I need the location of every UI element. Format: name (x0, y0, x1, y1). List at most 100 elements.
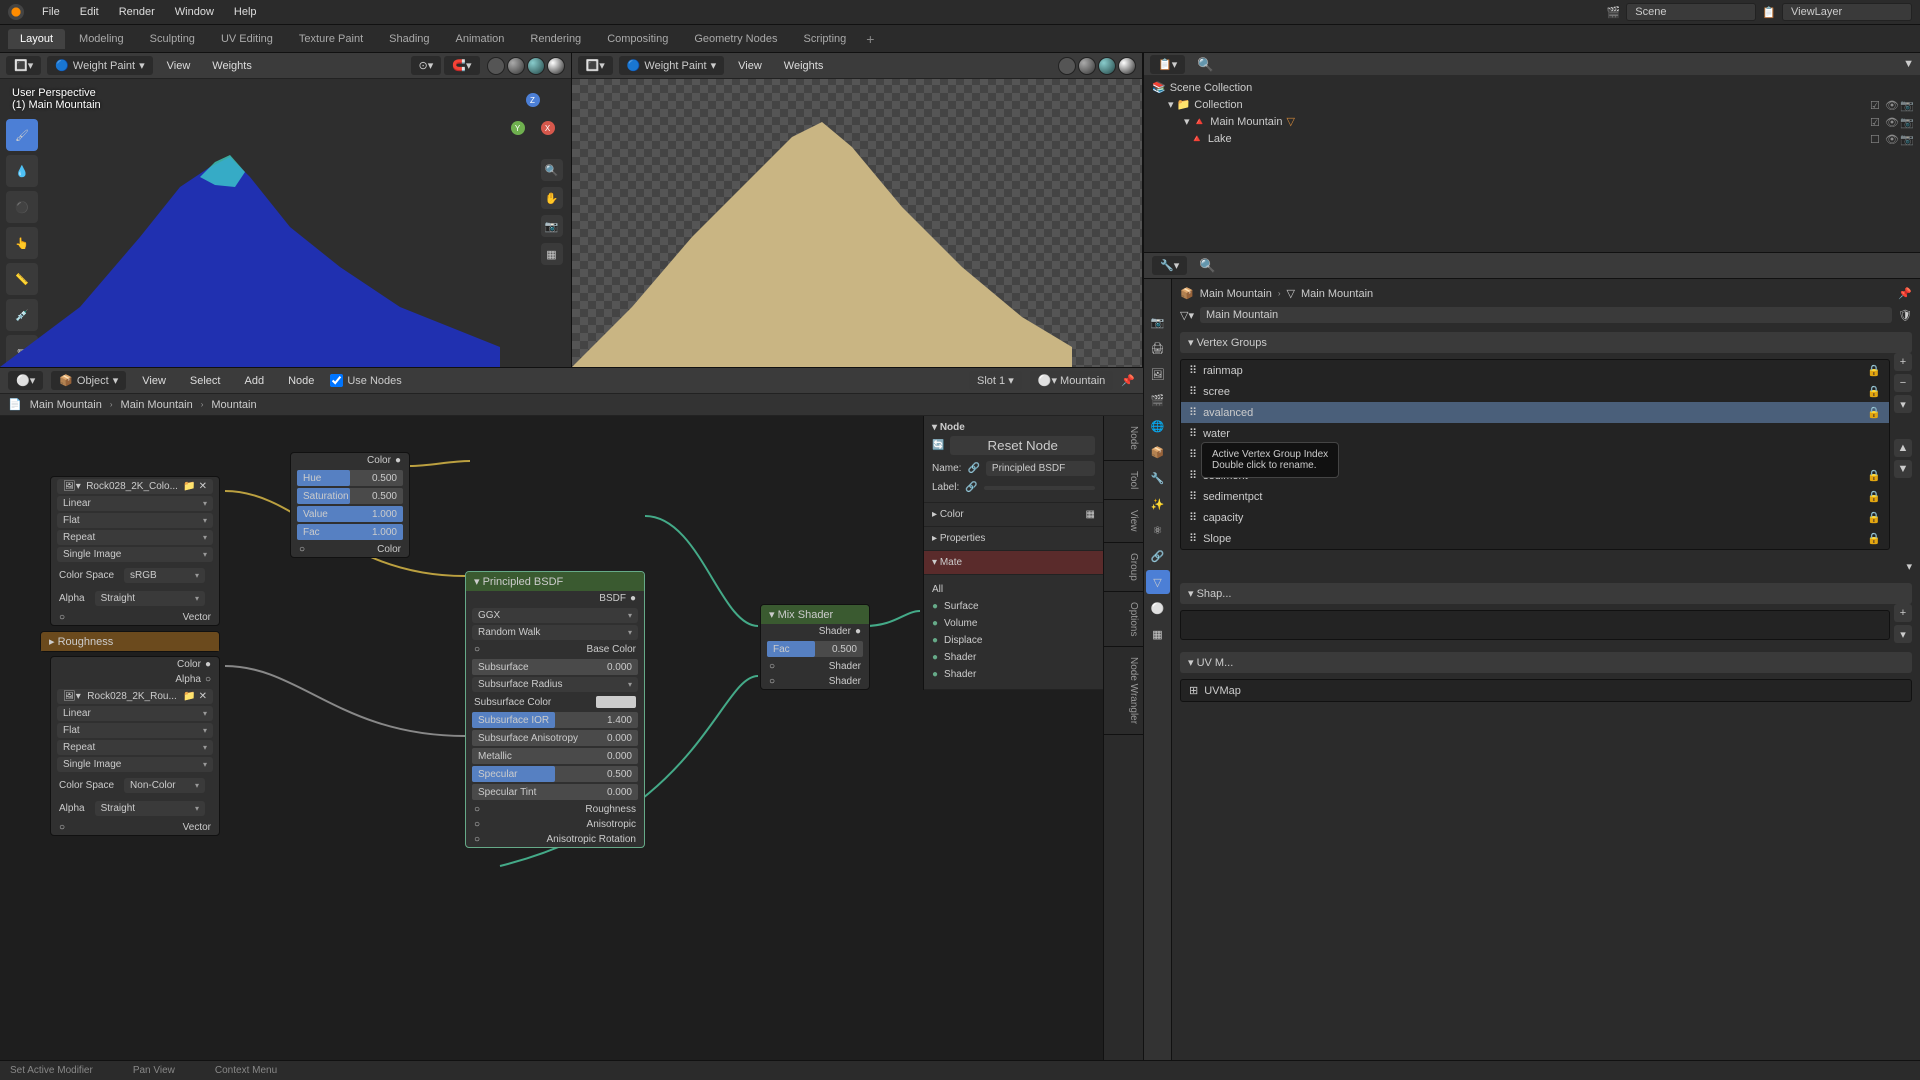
ws-tab-uvediting[interactable]: UV Editing (209, 29, 285, 49)
image-texture-node-2[interactable]: Color ● Alpha ○ 🖼▾ Rock028_2K_Rou... 📁 ✕… (50, 656, 220, 836)
vg-item-capacity[interactable]: ⠿capacity🔒 (1181, 507, 1889, 528)
use-nodes-checkbox[interactable]: Use Nodes (330, 374, 401, 387)
pivot-dropdown[interactable]: ⊙▾ (411, 56, 442, 75)
filter-icon[interactable]: ▼ (1903, 58, 1914, 70)
vg-item-scree[interactable]: ⠿scree🔒 (1181, 381, 1889, 402)
outliner-item-lake[interactable]: 🔺 Lake ☐👁📷 (1148, 130, 1916, 147)
interp-select[interactable]: Linear▾ (57, 496, 213, 511)
vg-item-rainmap[interactable]: ⠿rainmap🔒 (1181, 360, 1889, 381)
principled-bsdf-node[interactable]: ▾ Principled BSDF BSDF ● GGX▾ Random Wal… (465, 571, 645, 848)
ws-tab-modeling[interactable]: Modeling (67, 29, 136, 49)
ws-tab-scripting[interactable]: Scripting (791, 29, 858, 49)
pin-icon[interactable]: 📌 (1898, 287, 1912, 300)
image-texture-node-1[interactable]: 🖼▾ Rock028_2K_Colo... 📁 ✕ Linear▾ Flat▾ … (50, 476, 220, 626)
shape-keys-header[interactable]: ▾ Shap... (1180, 583, 1912, 604)
breadcrumb-item[interactable]: Main Mountain (30, 399, 102, 411)
menu-edit[interactable]: Edit (72, 3, 107, 21)
prop-tab-physics[interactable]: ⚛ (1146, 518, 1170, 542)
reset-node-button[interactable]: Reset Node (950, 436, 1095, 455)
outliner[interactable]: 📋▾ ▼ 📚 Scene Collection ▾ 📁 Collection ☑… (1144, 53, 1920, 253)
vg-movedown-button[interactable]: ▼ (1894, 460, 1912, 478)
mesh-name-field[interactable]: Main Mountain (1200, 307, 1892, 323)
shading-matpreview[interactable] (527, 57, 545, 75)
prop-tab-texture[interactable]: ▦ (1146, 622, 1170, 646)
vertex-groups-header[interactable]: ▾ Vertex Groups (1180, 332, 1912, 353)
breadcrumb-item[interactable]: Mountain (211, 399, 256, 411)
outliner-mode[interactable]: 📋▾ (1150, 55, 1185, 74)
outliner-collection[interactable]: ▾ 📁 Collection ☑👁📷 (1148, 96, 1916, 113)
mix-fac-slider[interactable]: Fac0.500 (767, 641, 863, 657)
ws-tab-layout[interactable]: Layout (8, 29, 65, 49)
outliner-item-mountain[interactable]: ▾ 🔺 Main Mountain ▽ ☑👁📷 (1148, 113, 1916, 130)
link-icon[interactable]: 🔗 (965, 482, 977, 493)
vg-item-sedimentpct[interactable]: ⠿sedimentpct🔒 (1181, 486, 1889, 507)
ne-menu-select[interactable]: Select (182, 372, 229, 390)
label-field[interactable] (984, 486, 1095, 490)
menu-help[interactable]: Help (226, 3, 265, 21)
camera-icon[interactable]: 📷 (541, 215, 563, 237)
shading2-matpreview[interactable] (1098, 57, 1116, 75)
breadcrumb-mesh[interactable]: Main Mountain (1301, 288, 1373, 300)
shading-wireframe[interactable] (487, 57, 505, 75)
editor-type-dropdown-2[interactable]: 🔳▾ (578, 56, 613, 75)
uvmap-item[interactable]: ⊞UVMap (1181, 680, 1911, 701)
sat-slider[interactable]: Saturation0.500 (297, 488, 403, 504)
uv-maps-header[interactable]: ▾ UV M... (1180, 652, 1912, 673)
sss-method-select[interactable]: Random Walk▾ (472, 625, 638, 640)
prop-tab-output[interactable]: 🖨 (1146, 336, 1170, 360)
prop-tab-modifier[interactable]: 🔧 (1146, 466, 1170, 490)
node-editor[interactable]: ⚪▾ 📦 Object ▾ View Select Add Node Use N… (0, 368, 1143, 1080)
hue-saturation-node[interactable]: Color ● Hue0.500 Saturation0.500 Value1.… (290, 452, 410, 558)
viewport-right[interactable]: 🔳▾ 🔵 Weight Paint ▾ View Weights (572, 53, 1144, 367)
editor-type-dropdown[interactable]: 🔳▾ (6, 56, 41, 75)
proj-select[interactable]: Flat▾ (57, 513, 213, 528)
vg-item-slope[interactable]: ⠿Slope🔒 (1181, 528, 1889, 549)
vg-add-button[interactable]: + (1894, 353, 1912, 371)
side-tab-options[interactable]: Options (1104, 592, 1143, 647)
props-mode[interactable]: 🔧▾ (1152, 256, 1187, 275)
image-browse-2[interactable]: 🖼▾ Rock028_2K_Rou... 📁 ✕ (57, 689, 213, 704)
outliner-scene-collection[interactable]: 📚 Scene Collection (1148, 79, 1916, 96)
ext-select[interactable]: Repeat▾ (57, 530, 213, 545)
hue-slider[interactable]: Hue0.500 (297, 470, 403, 486)
side-tab-view[interactable]: View (1104, 500, 1143, 543)
breadcrumb-item[interactable]: Main Mountain (121, 399, 193, 411)
pan-icon[interactable]: ✋ (541, 187, 563, 209)
gizmo-y[interactable]: Y (511, 121, 525, 135)
ne-object-dropdown[interactable]: 📦 Object ▾ (51, 371, 126, 390)
color-grid-icon[interactable]: ▦ (1086, 509, 1095, 520)
breadcrumb-obj[interactable]: Main Mountain (1200, 288, 1272, 300)
side-tab-wrangler[interactable]: Node Wrangler (1104, 647, 1143, 735)
vg-item-water[interactable]: ⠿water (1181, 423, 1889, 444)
value-slider[interactable]: Value1.000 (297, 506, 403, 522)
gizmo-z[interactable]: Z (526, 93, 540, 107)
dropdown-toggle[interactable]: ▾ (1906, 561, 1912, 573)
menu-window[interactable]: Window (167, 3, 222, 21)
prop-tab-viewlayer[interactable]: 🖼 (1146, 362, 1170, 386)
persp-icon[interactable]: ▦ (541, 243, 563, 265)
outliner-search[interactable] (1191, 55, 1291, 74)
name-field[interactable]: Principled BSDF (986, 461, 1095, 476)
slot-dropdown[interactable]: Slot 1 ▾ (969, 371, 1022, 390)
material-dropdown[interactable]: ⚪▾ Mountain (1030, 371, 1114, 390)
shading-rendered[interactable] (547, 57, 565, 75)
link-icon[interactable]: 🔗 (967, 463, 979, 474)
shading2-solid[interactable] (1078, 57, 1096, 75)
side-tab-tool[interactable]: Tool (1104, 461, 1143, 500)
side-tab-node[interactable]: Node (1104, 416, 1143, 461)
ne-menu-view[interactable]: View (134, 372, 174, 390)
shading2-wireframe[interactable] (1058, 57, 1076, 75)
nav-gizmo[interactable]: Z Y X (509, 93, 557, 141)
prop-tab-world[interactable]: 🌐 (1146, 414, 1170, 438)
sk-menu-button[interactable]: ▾ (1894, 625, 1912, 643)
vp2-menu-weights[interactable]: Weights (776, 57, 832, 75)
mode-dropdown-2[interactable]: 🔵 Weight Paint ▾ (619, 56, 724, 75)
fac-slider[interactable]: Fac1.000 (297, 524, 403, 540)
side-tab-group[interactable]: Group (1104, 543, 1143, 592)
shading2-rendered[interactable] (1118, 57, 1136, 75)
shield-icon[interactable]: 🛡 (1898, 309, 1912, 322)
vg-moveup-button[interactable]: ▲ (1894, 439, 1912, 457)
prop-tab-scene[interactable]: 🎬 (1146, 388, 1170, 412)
ne-editor-type[interactable]: ⚪▾ (8, 371, 43, 390)
ws-tab-texturepaint[interactable]: Texture Paint (287, 29, 375, 49)
